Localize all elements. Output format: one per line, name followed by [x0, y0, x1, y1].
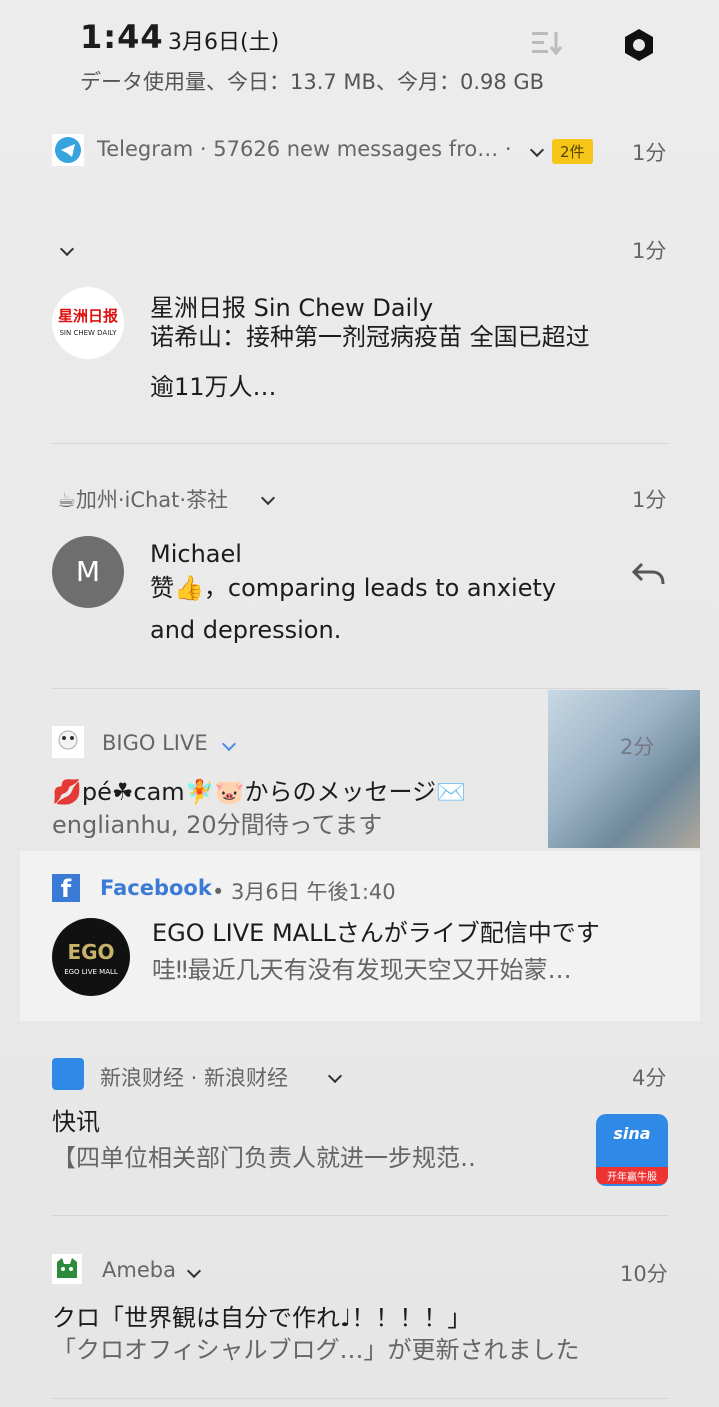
- manage-notifications-icon[interactable]: [530, 28, 566, 58]
- data-usage-text: データ使用量、今日：13.7 MB、今月：0.98 GB: [80, 70, 545, 94]
- notification-body: and depression.: [150, 616, 342, 644]
- notification-body: 「クロオフィシャルブログ…」が更新されました: [52, 1336, 580, 1364]
- notification-time: 4分: [632, 1066, 667, 1090]
- sina-thumb-sub: 开年赢牛股: [596, 1167, 668, 1184]
- sinchew-logo-text: 星洲日报: [57, 307, 118, 325]
- sina-icon: [52, 1058, 84, 1090]
- bigo-preview-image: [548, 690, 700, 848]
- bigo-header: BIGO LIVE: [102, 731, 208, 755]
- sina-header: 新浪财经 · 新浪财经: [100, 1066, 289, 1090]
- notification-title: クロ「世界観は自分で作れ♩！！！！」: [52, 1304, 472, 1332]
- chevron-down-icon[interactable]: [260, 488, 276, 507]
- notification-title: 💋pé☘cam🧚🐷からのメッセージ✉️: [52, 778, 466, 806]
- sina-thumbnail: sina 开年赢牛股: [596, 1114, 668, 1186]
- telegram-icon: [52, 134, 84, 166]
- notification-title: EGO LIVE MALLさんがライブ配信中です: [152, 919, 600, 947]
- chevron-down-icon[interactable]: [327, 1066, 343, 1085]
- notification-telegram[interactable]: Telegram · 57626 new messages fro… · 2件 …: [52, 130, 668, 170]
- notification-body: 【四单位相关部门负责人就进一步规范‥: [52, 1144, 477, 1172]
- divider: [52, 688, 668, 689]
- sinchew-logo-sub: SIN CHEW DAILY: [59, 329, 117, 337]
- ego-avatar: EGO EGO LIVE MALL: [52, 918, 130, 996]
- avatar: M: [52, 536, 124, 608]
- notification-time: 1分: [632, 488, 667, 512]
- sina-thumb-text: sina: [613, 1124, 651, 1143]
- status-time: 1:44: [80, 18, 164, 56]
- notification-body: 逾11万人…: [150, 373, 277, 401]
- ego-avatar-text: EGO: [67, 940, 115, 964]
- bigo-icon: [52, 726, 84, 758]
- status-date: 3月6日(土): [168, 30, 280, 55]
- ameba-header: Ameba: [102, 1258, 176, 1282]
- facebook-app-name: Facebook: [100, 876, 212, 900]
- notification-body: 诺希山：接种第一剂冠病疫苗 全国已超过: [150, 323, 590, 351]
- chevron-down-icon[interactable]: [186, 1261, 202, 1280]
- ameba-icon: [52, 1254, 82, 1284]
- notification-time: 1分: [632, 239, 667, 263]
- ichat-header: ☕加州·iChat·茶社: [57, 488, 229, 512]
- notification-title: 快讯: [52, 1108, 100, 1136]
- notification-body: 哇‼最近几天有没有发现天空又开始蒙…: [152, 956, 572, 984]
- chevron-down-icon[interactable]: [59, 239, 75, 258]
- ego-avatar-sub: EGO LIVE MALL: [64, 968, 118, 976]
- divider: [52, 1398, 668, 1399]
- avatar-letter: M: [75, 555, 101, 588]
- notification-meta: • 3月6日 午後1:40: [212, 880, 396, 904]
- notification-body: englianhu, 20分間待ってます: [52, 811, 383, 839]
- sinchew-avatar: 星洲日报 SIN CHEW DAILY: [52, 287, 124, 359]
- reply-icon[interactable]: [630, 558, 666, 590]
- settings-icon[interactable]: [620, 26, 658, 64]
- chevron-down-icon[interactable]: [529, 140, 545, 159]
- divider: [52, 443, 668, 444]
- divider: [52, 1215, 668, 1216]
- count-badge: 2件: [552, 139, 593, 164]
- notification-time: 10分: [620, 1262, 668, 1286]
- notification-time: 1分: [632, 141, 667, 165]
- notification-time: 2分: [620, 735, 655, 759]
- facebook-icon: f: [52, 874, 80, 903]
- telegram-header: Telegram · 57626 new messages fro… ·: [97, 137, 512, 161]
- chevron-down-icon[interactable]: [221, 734, 237, 753]
